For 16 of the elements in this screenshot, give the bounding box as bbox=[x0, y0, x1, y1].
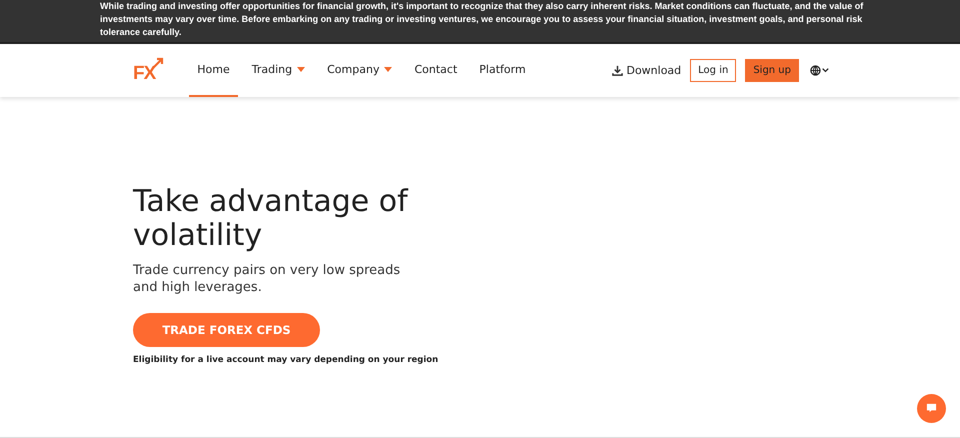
nav-link[interactable]: Platform bbox=[471, 44, 534, 97]
language-selector[interactable] bbox=[810, 65, 830, 76]
risk-warning: While trading and investing offer opportunities for financial growth, it's important to recognize that they also carry inherent risks. Market conditions can fluctuate, and the value of investments may vary over time. Before embarking on any trading or investing ventures, we encourage you to assess your financial situation, investment goals, and personal risk tolerance carefully. bbox=[100, 0, 864, 39]
chat-icon bbox=[926, 403, 937, 414]
chat-button[interactable] bbox=[917, 394, 946, 423]
nav-link[interactable]: Company bbox=[319, 44, 400, 97]
hero-heading: Take advantage of volatility bbox=[133, 185, 410, 253]
download-icon bbox=[612, 65, 624, 76]
nav-link[interactable]: Contact bbox=[406, 44, 466, 97]
nav-link[interactable]: Trading bbox=[244, 44, 314, 97]
nav-link[interactable]: Home bbox=[189, 44, 238, 97]
signup-button[interactable]: Sign up bbox=[745, 59, 799, 82]
login-button[interactable]: Log in bbox=[690, 59, 736, 82]
eligibility-note: Eligibility for a live account may vary depending on your region bbox=[133, 355, 440, 365]
download-link[interactable]: Download bbox=[612, 64, 682, 77]
hero-subtitle: Trade currency pairs on very low spreads and high leverages. bbox=[133, 262, 402, 296]
